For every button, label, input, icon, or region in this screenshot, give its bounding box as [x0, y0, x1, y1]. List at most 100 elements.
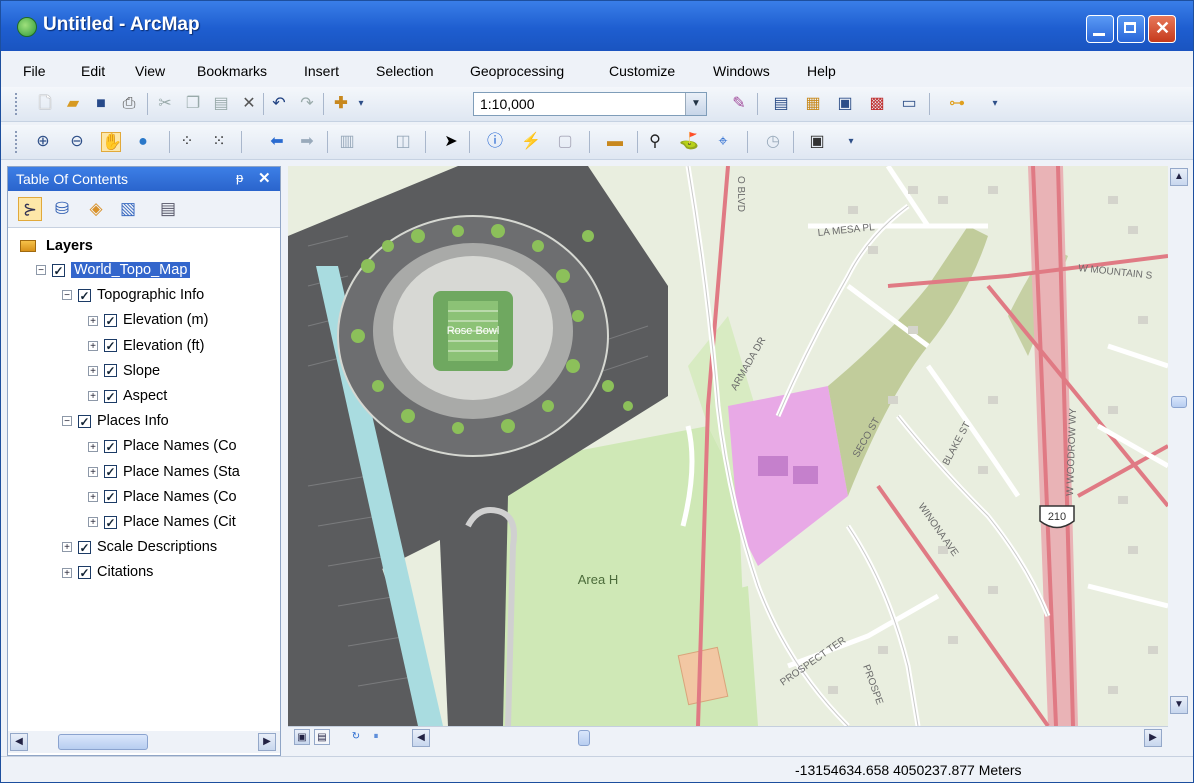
expand-icon[interactable]: +: [88, 441, 98, 452]
forward-extent-icon[interactable]: ➡: [297, 132, 317, 152]
scroll-up-icon[interactable]: ▲: [1170, 168, 1188, 186]
scroll-thumb[interactable]: [578, 730, 590, 746]
menu-insert[interactable]: Insert: [304, 63, 339, 79]
layer-visibility-checkbox[interactable]: ✓: [104, 515, 117, 529]
layer-visibility-checkbox[interactable]: ✓: [78, 288, 91, 302]
select-features-icon[interactable]: ▥: [337, 132, 357, 152]
menu-bookmarks[interactable]: Bookmarks: [197, 63, 267, 79]
open-folder-icon[interactable]: ▰: [63, 94, 83, 114]
scroll-left-icon[interactable]: ◀: [10, 733, 28, 751]
measure-icon[interactable]: ▬: [605, 132, 625, 152]
expand-icon[interactable]: +: [88, 517, 98, 528]
html-popup-icon[interactable]: ▢: [555, 132, 575, 152]
expand-icon[interactable]: +: [62, 542, 72, 553]
scroll-right-icon[interactable]: ▶: [258, 733, 276, 751]
data-view-icon[interactable]: ▣: [294, 729, 310, 745]
layer-tree-item[interactable]: + ✓ Place Names (Cit: [88, 511, 236, 533]
layer-tree-item[interactable]: + ✓ Elevation (ft): [88, 335, 204, 357]
layers-root[interactable]: Layers: [20, 235, 93, 257]
hyperlink-icon[interactable]: ⚡: [521, 132, 541, 152]
pin-icon[interactable]: ᵽ: [236, 170, 243, 185]
layer-tree-item[interactable]: + ✓ Place Names (Co: [88, 486, 237, 508]
layer-tree-item[interactable]: − ✓ Topographic Info: [62, 284, 204, 306]
back-extent-icon[interactable]: ⬅: [267, 132, 287, 152]
layer-visibility-checkbox[interactable]: ✓: [78, 566, 91, 580]
layer-visibility-checkbox[interactable]: ✓: [104, 440, 117, 454]
menu-view[interactable]: View: [135, 63, 165, 79]
fixed-zoom-out-icon[interactable]: ⁙: [209, 132, 229, 152]
options-icon[interactable]: ▤: [156, 197, 180, 221]
python-window-icon[interactable]: ▭: [899, 94, 919, 114]
zoom-in-icon[interactable]: ⊕: [33, 132, 53, 152]
layer-visibility-checkbox[interactable]: ✓: [104, 490, 117, 504]
menu-file[interactable]: File: [23, 63, 46, 79]
fixed-zoom-in-icon[interactable]: ⁘: [177, 132, 197, 152]
redo-icon[interactable]: ↷: [297, 94, 317, 114]
identify-icon[interactable]: ⓘ: [485, 132, 505, 152]
menu-edit[interactable]: Edit: [81, 63, 105, 79]
maximize-button[interactable]: [1117, 15, 1145, 43]
list-by-selection-icon[interactable]: ▧: [116, 197, 140, 221]
table-of-contents-icon[interactable]: ▤: [771, 94, 791, 114]
chevron-down-icon[interactable]: ▼: [685, 93, 706, 115]
delete-icon[interactable]: ✕: [239, 94, 259, 114]
clear-selection-icon[interactable]: ◫: [393, 132, 413, 152]
arctoolbox-icon[interactable]: ▩: [867, 94, 887, 114]
add-data-icon[interactable]: ✚: [331, 94, 351, 114]
catalog-icon[interactable]: ▦: [803, 94, 823, 114]
map-vertical-scrollbar[interactable]: ▲ ▼: [1168, 166, 1190, 726]
select-elements-icon[interactable]: ➤: [441, 132, 461, 152]
expand-icon[interactable]: +: [62, 567, 72, 578]
scroll-left-icon[interactable]: ◀: [412, 729, 430, 747]
toolbar-grip[interactable]: [15, 131, 21, 153]
copy-icon[interactable]: ❐: [183, 94, 203, 114]
expand-icon[interactable]: +: [88, 340, 98, 351]
layer-tree-item[interactable]: + ✓ Citations: [62, 561, 153, 583]
viewer-window-icon[interactable]: ▣: [807, 132, 827, 152]
layer-tree-item[interactable]: − ✓ Places Info: [62, 410, 169, 432]
toc-header[interactable]: Table Of Contents ᵽ ✕: [8, 167, 280, 191]
layer-tree-item[interactable]: + ✓ Scale Descriptions: [62, 536, 217, 558]
list-by-source-icon[interactable]: ⛁: [50, 197, 74, 221]
modelbuilder-icon[interactable]: ⊶: [947, 94, 967, 114]
zoom-out-icon[interactable]: ⊖: [67, 132, 87, 152]
expand-icon[interactable]: +: [88, 491, 98, 502]
layer-tree-item[interactable]: − ✓ World_Topo_Map: [36, 259, 191, 281]
cut-icon[interactable]: ✂: [155, 94, 175, 114]
layout-view-icon[interactable]: ▤: [314, 729, 330, 745]
new-document-icon[interactable]: 🗋: [35, 94, 55, 114]
time-slider-icon[interactable]: ◷: [763, 132, 783, 152]
add-data-dropdown-icon[interactable]: ▾: [351, 94, 371, 114]
scroll-thumb[interactable]: [58, 734, 148, 750]
layer-visibility-checkbox[interactable]: ✓: [104, 364, 117, 378]
refresh-icon[interactable]: ↻: [348, 729, 364, 745]
layer-tree-item[interactable]: + ✓ Elevation (m): [88, 309, 208, 331]
map-display[interactable]: 210 Rose Bowl Area H LA MESA PL ARMADA D…: [288, 166, 1168, 726]
expand-icon[interactable]: +: [88, 466, 98, 477]
layer-tree-item[interactable]: + ✓ Place Names (Co: [88, 435, 237, 457]
list-by-visibility-icon[interactable]: ◈: [84, 197, 108, 221]
find-icon[interactable]: ⚲: [645, 132, 665, 152]
menu-geoprocessing[interactable]: Geoprocessing: [470, 63, 564, 79]
layer-visibility-checkbox[interactable]: ✓: [104, 465, 117, 479]
layer-visibility-checkbox[interactable]: ✓: [78, 540, 91, 554]
editor-toolbar-icon[interactable]: ✎: [729, 94, 749, 114]
scroll-down-icon[interactable]: ▼: [1170, 696, 1188, 714]
menu-customize[interactable]: Customize: [609, 63, 675, 79]
paste-icon[interactable]: ▤: [211, 94, 231, 114]
layer-visibility-checkbox[interactable]: ✓: [104, 314, 117, 328]
list-by-drawing-order-icon[interactable]: ⊱: [18, 197, 42, 221]
layer-visibility-checkbox[interactable]: ✓: [104, 389, 117, 403]
map-scale-combo[interactable]: 1:10,000 ▼: [473, 92, 707, 116]
layer-tree-item[interactable]: + ✓ Slope: [88, 360, 160, 382]
toolbar-options-icon[interactable]: ▾: [985, 94, 1005, 114]
close-button[interactable]: [1148, 15, 1176, 43]
scroll-right-icon[interactable]: ▶: [1144, 729, 1162, 747]
close-icon[interactable]: ✕: [258, 169, 271, 187]
undo-icon[interactable]: ↶: [269, 94, 289, 114]
pause-drawing-icon[interactable]: ⏸: [368, 729, 384, 745]
scroll-thumb[interactable]: [1171, 396, 1187, 408]
toolbar-options-icon[interactable]: ▾: [841, 132, 861, 152]
expand-icon[interactable]: +: [88, 315, 98, 326]
pan-icon[interactable]: ✋: [101, 132, 122, 152]
